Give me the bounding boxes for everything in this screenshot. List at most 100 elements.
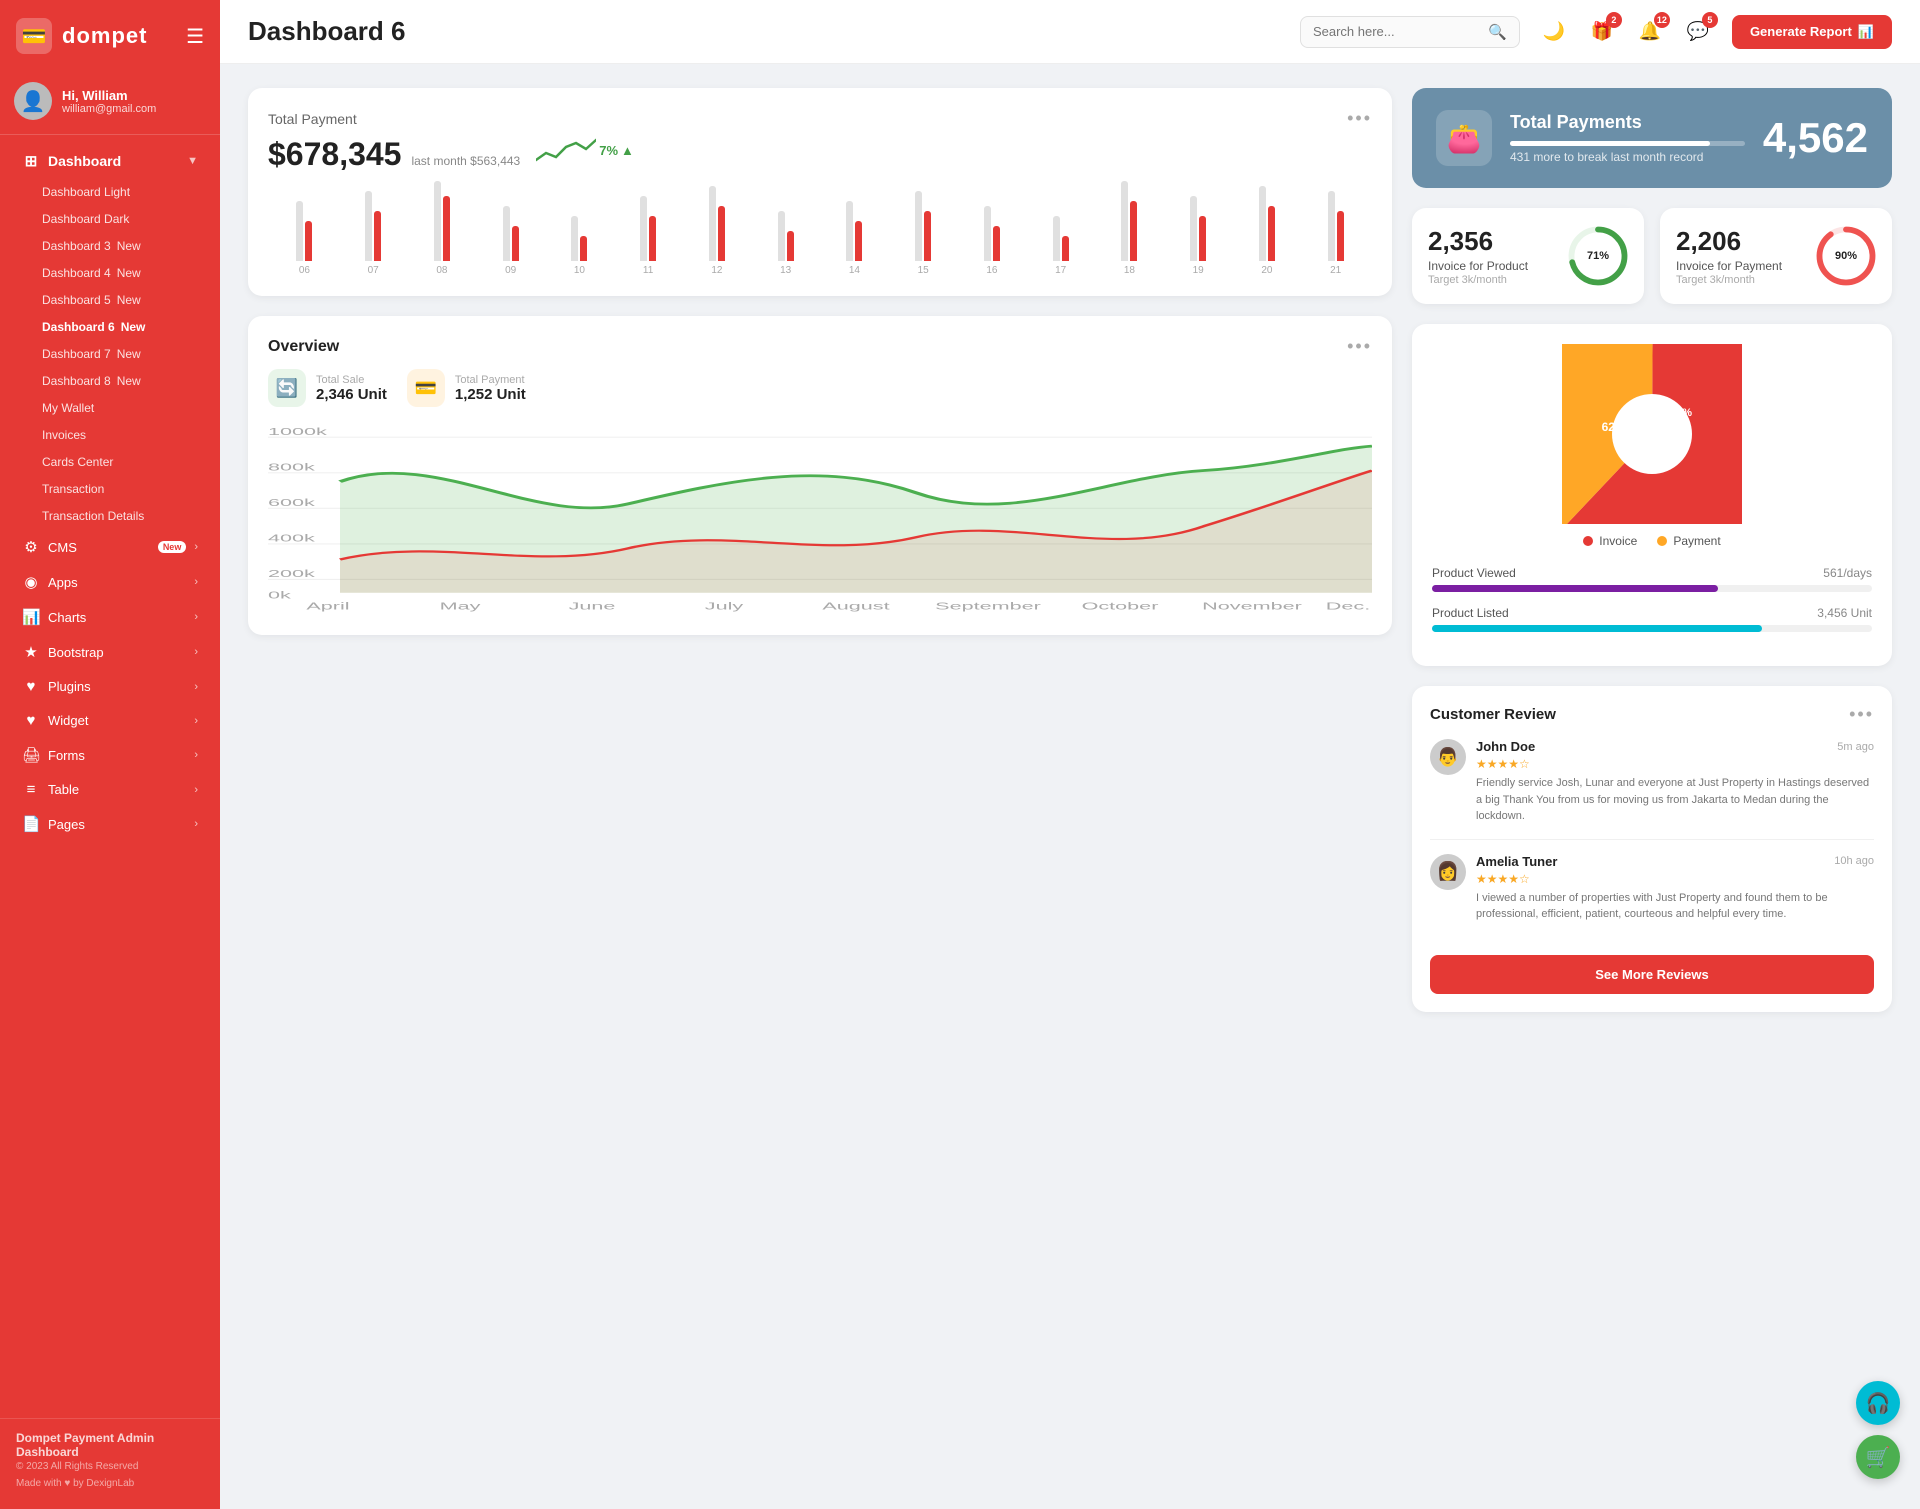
svg-text:Dec.: Dec. — [1326, 601, 1370, 612]
overview-card: Overview ••• 🔄 Total Sale 2,346 Unit — [248, 316, 1392, 635]
bar-x-label: 16 — [960, 265, 1025, 276]
sidebar-item-pages[interactable]: 📄 Pages › — [6, 807, 214, 841]
review-header: Customer Review ••• — [1430, 704, 1874, 725]
logo-text: dompet — [62, 23, 147, 49]
chevron-right-icon: › — [194, 541, 198, 553]
sidebar-item-transaction[interactable]: Transaction — [6, 476, 214, 502]
review-menu-dots[interactable]: ••• — [1849, 704, 1874, 725]
overview-title: Overview — [268, 338, 339, 356]
bar-group — [410, 181, 475, 261]
bar-grey — [984, 206, 991, 261]
sidebar-item-dashboard-3[interactable]: Dashboard 3 New — [6, 233, 214, 259]
sidebar-item-table[interactable]: ≡ Table › — [6, 773, 214, 806]
sidebar-item-forms[interactable]: 🖨 Forms › — [6, 738, 214, 772]
card-menu-dots[interactable]: ••• — [1347, 108, 1372, 129]
cart-fab[interactable]: 🛒 — [1856, 1435, 1900, 1479]
bar-group — [753, 211, 818, 261]
review-item-amelia: 👩 Amelia Tuner 10h ago ★★★★☆ I viewed a … — [1430, 854, 1874, 937]
sidebar-item-apps[interactable]: ◉ Apps › — [6, 565, 214, 599]
bar-x-label: 18 — [1097, 265, 1162, 276]
support-fab[interactable]: 🎧 — [1856, 1381, 1900, 1425]
payment-change: 7% ▲ — [536, 135, 634, 165]
total-payment-stat-label: Total Payment — [455, 374, 526, 386]
product-listed-stat: Product Listed 3,456 Unit — [1432, 606, 1872, 632]
total-payment-stat-value: 1,252 Unit — [455, 386, 526, 403]
bar-x-label: 13 — [753, 265, 818, 276]
bar-red — [787, 231, 794, 261]
overview-menu-dots[interactable]: ••• — [1347, 336, 1372, 357]
hero-label: Total Payments — [1510, 112, 1745, 133]
sidebar-item-dashboard[interactable]: ⊞ Dashboard ▼ — [6, 144, 214, 178]
bar-red — [512, 226, 519, 261]
cart-icon: 🛒 — [1866, 1445, 1891, 1470]
chat-badge: 5 — [1702, 12, 1718, 28]
bar-grey — [571, 216, 578, 261]
bar-red — [374, 211, 381, 261]
bar-group — [1303, 191, 1368, 261]
sidebar-item-dashboard-7[interactable]: Dashboard 7 New — [6, 341, 214, 367]
sidebar-item-dashboard-dark[interactable]: Dashboard Dark — [6, 206, 214, 232]
search-input[interactable] — [1313, 24, 1480, 39]
product-viewed-stat: Product Viewed 561/days — [1432, 566, 1872, 592]
sidebar-item-transaction-details[interactable]: Transaction Details — [6, 503, 214, 529]
content-grid: Total Payment ••• $678,345 last month $5… — [248, 88, 1892, 1012]
bell-button[interactable]: 🔔 12 — [1632, 14, 1668, 50]
svg-text:July: July — [705, 601, 744, 612]
payment-amount: $678,345 — [268, 136, 401, 173]
sidebar-item-invoices[interactable]: Invoices — [6, 422, 214, 448]
sidebar: 💳 dompet ☰ 👤 Hi, William william@gmail.c… — [0, 0, 220, 1509]
invoice-dot — [1583, 536, 1593, 546]
sidebar-item-dashboard-6[interactable]: Dashboard 6 New — [6, 314, 214, 340]
sidebar-item-plugins[interactable]: ♥ Plugins › — [6, 670, 214, 703]
see-more-reviews-button[interactable]: See More Reviews — [1430, 955, 1874, 994]
sidebar-item-dashboard-4[interactable]: Dashboard 4 New — [6, 260, 214, 286]
bar-x-label: 11 — [616, 265, 681, 276]
bar-grey — [1190, 196, 1197, 261]
product-viewed-bar — [1432, 585, 1718, 592]
fab-container: 🎧 🛒 — [1856, 1381, 1900, 1479]
bar-red — [924, 211, 931, 261]
bar-group — [960, 206, 1025, 261]
sidebar-item-dashboard-5[interactable]: Dashboard 5 New — [6, 287, 214, 313]
hamburger-icon[interactable]: ☰ — [186, 24, 204, 49]
table-icon: ≡ — [22, 781, 40, 798]
chevron-right-icon: › — [194, 818, 198, 830]
footer-copy: © 2023 All Rights Reserved — [16, 1461, 204, 1472]
bar-red — [305, 221, 312, 261]
sidebar-item-bootstrap[interactable]: ★ Bootstrap › — [6, 635, 214, 669]
invoice-product-value: 2,356 — [1428, 226, 1554, 257]
review-stars-amelia: ★★★★☆ — [1476, 872, 1874, 886]
search-icon: 🔍 — [1488, 23, 1507, 41]
sidebar-item-cards-center[interactable]: Cards Center — [6, 449, 214, 475]
sidebar-item-my-wallet[interactable]: My Wallet — [6, 395, 214, 421]
sidebar-item-dashboard-8[interactable]: Dashboard 8 New — [6, 368, 214, 394]
page-title: Dashboard 6 — [248, 16, 1284, 47]
bar-red — [443, 196, 450, 261]
theme-toggle-button[interactable]: 🌙 — [1536, 14, 1572, 50]
bar-group — [1028, 216, 1093, 261]
chevron-down-icon: ▼ — [187, 155, 198, 167]
generate-report-button[interactable]: Generate Report 📊 — [1732, 15, 1892, 49]
bar-grey — [1121, 181, 1128, 261]
bar-grey — [778, 211, 785, 261]
header-icons: 🌙 🎁 2 🔔 12 💬 5 — [1536, 14, 1716, 50]
bar-x-label: 21 — [1303, 265, 1368, 276]
bar-x-label: 19 — [1166, 265, 1231, 276]
sidebar-item-widget[interactable]: ♥ Widget › — [6, 704, 214, 737]
overview-stats: 🔄 Total Sale 2,346 Unit 💳 Total Payment … — [268, 369, 1372, 407]
sidebar-item-cms[interactable]: ⚙ CMS New › — [6, 530, 214, 564]
invoice-payment-donut: 90% — [1816, 226, 1876, 286]
sidebar-item-dashboard-light[interactable]: Dashboard Light — [6, 179, 214, 205]
bar-grey — [434, 181, 441, 261]
payment-dot — [1657, 536, 1667, 546]
gift-button[interactable]: 🎁 2 — [1584, 14, 1620, 50]
bar-red — [1337, 211, 1344, 261]
bar-group — [272, 201, 337, 261]
bar-x-label: 09 — [478, 265, 543, 276]
dashboard-icon: ⊞ — [22, 152, 40, 170]
apps-icon: ◉ — [22, 573, 40, 591]
sidebar-item-charts[interactable]: 📊 Charts › — [6, 600, 214, 634]
sidebar-dashboard-label: Dashboard — [48, 153, 179, 169]
chat-button[interactable]: 💬 5 — [1680, 14, 1716, 50]
bar-x-label: 08 — [410, 265, 475, 276]
